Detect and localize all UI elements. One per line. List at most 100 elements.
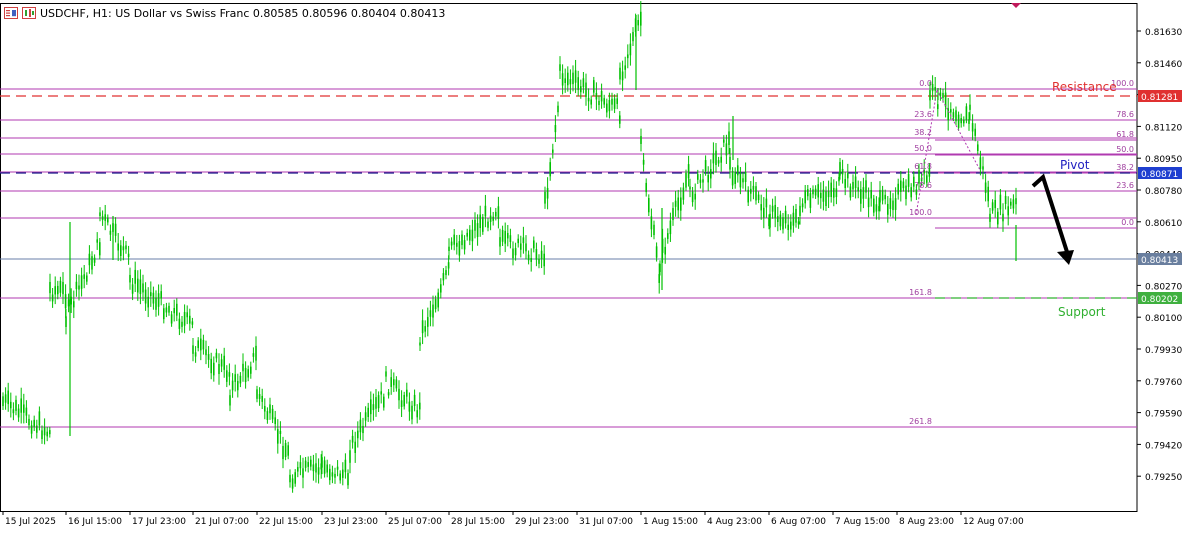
candle-body <box>271 408 274 420</box>
candle-body <box>282 445 284 460</box>
candle-body <box>377 395 380 409</box>
candle-body <box>142 283 144 293</box>
candle-body <box>266 411 269 421</box>
time-tick-label: 21 Jul 07:00 <box>195 517 249 527</box>
candle-body <box>844 178 846 188</box>
candle-body <box>168 305 170 313</box>
candle-body <box>157 293 160 307</box>
candle-body <box>277 429 279 444</box>
candle-body <box>974 128 976 136</box>
candle-body <box>655 246 658 258</box>
candle-body <box>152 292 155 304</box>
candle-body <box>367 407 369 418</box>
candle-body <box>170 314 173 324</box>
price-tick-label: 0.81120 <box>1145 123 1182 133</box>
candle-body <box>189 315 191 324</box>
candle-body <box>862 187 865 199</box>
chart-menu-icon[interactable] <box>4 7 18 19</box>
candle-body <box>406 389 408 397</box>
candle-body <box>302 468 304 478</box>
candle-body <box>825 191 827 207</box>
price-chart[interactable]: 0.816300.814600.812900.811200.809500.807… <box>0 0 1190 531</box>
candle-body <box>1012 199 1015 209</box>
candle-body <box>38 411 41 426</box>
candle-body <box>769 213 771 228</box>
candle-body <box>408 401 411 412</box>
candle-body <box>390 377 392 387</box>
candle-body <box>501 229 504 242</box>
forecast-arrow[interactable] <box>1031 173 1070 256</box>
candle-body <box>256 389 258 399</box>
candle-body <box>763 207 765 218</box>
candle-body <box>913 176 915 187</box>
candle-body <box>7 390 9 405</box>
candle-body <box>194 352 197 357</box>
candle-body <box>315 463 317 473</box>
candle-body <box>33 419 35 427</box>
candle-body <box>544 191 546 204</box>
candle-body <box>648 198 650 213</box>
candle-body <box>479 214 481 229</box>
candle-body <box>839 162 841 176</box>
candle-body <box>139 279 142 295</box>
candle-body <box>342 469 344 478</box>
candle-body <box>538 258 540 264</box>
candle-body <box>900 180 902 192</box>
svg-text:0.80871: 0.80871 <box>1141 170 1178 180</box>
candle-body <box>122 246 125 251</box>
candle-body <box>822 189 825 202</box>
candle-body <box>99 212 101 217</box>
candle-body <box>608 100 611 112</box>
candle-body <box>621 71 624 81</box>
candle-body <box>881 189 884 201</box>
forecast-arrowhead-icon <box>1057 250 1074 265</box>
candle-body <box>561 73 564 86</box>
candle-body <box>533 240 535 249</box>
candle-body <box>70 296 72 305</box>
candle-body <box>717 160 720 164</box>
candle-body <box>471 229 474 242</box>
candle-body <box>492 216 494 221</box>
candle-body <box>413 394 416 406</box>
current-price-badge: 0.80413 <box>1138 253 1182 266</box>
candle-body <box>702 179 704 183</box>
candle-body <box>543 253 545 267</box>
candle-body <box>57 285 59 295</box>
candle-body <box>83 274 85 279</box>
candle-body <box>129 274 131 283</box>
candle-body <box>955 110 957 122</box>
candle-body <box>784 210 787 224</box>
candle-body <box>64 294 67 309</box>
candle-body <box>49 430 51 435</box>
candle-body <box>854 176 857 189</box>
candle-body <box>774 204 776 219</box>
candle-body <box>284 443 287 458</box>
candle-body <box>950 109 952 113</box>
candle-body <box>971 123 974 132</box>
candle-body <box>264 405 266 412</box>
candle-body <box>12 409 15 414</box>
time-tick-label: 7 Aug 15:00 <box>835 517 890 527</box>
candle-body <box>712 153 715 164</box>
candle-body <box>699 179 702 183</box>
candle-body <box>918 170 920 184</box>
candle-body <box>674 200 677 207</box>
candle-body <box>857 187 859 192</box>
svg-text:0.80202: 0.80202 <box>1141 295 1178 305</box>
candle-body <box>476 223 479 237</box>
candle-body <box>247 369 249 378</box>
objects-icon[interactable] <box>22 7 36 19</box>
svg-text:0.80413: 0.80413 <box>1141 256 1178 266</box>
candle-body <box>242 363 244 372</box>
candle-body <box>965 106 968 121</box>
candle-body <box>731 170 734 186</box>
chart-canvas[interactable]: 0.816300.814600.812900.811200.809500.807… <box>0 0 1190 531</box>
candle-body <box>357 430 359 439</box>
candle-body <box>619 67 621 80</box>
candle-body <box>10 401 12 409</box>
price-tick-label: 0.80780 <box>1145 187 1182 197</box>
candle-body <box>804 190 806 204</box>
candle-body <box>96 239 98 243</box>
candle-body <box>258 394 261 399</box>
candle-body <box>364 412 367 421</box>
